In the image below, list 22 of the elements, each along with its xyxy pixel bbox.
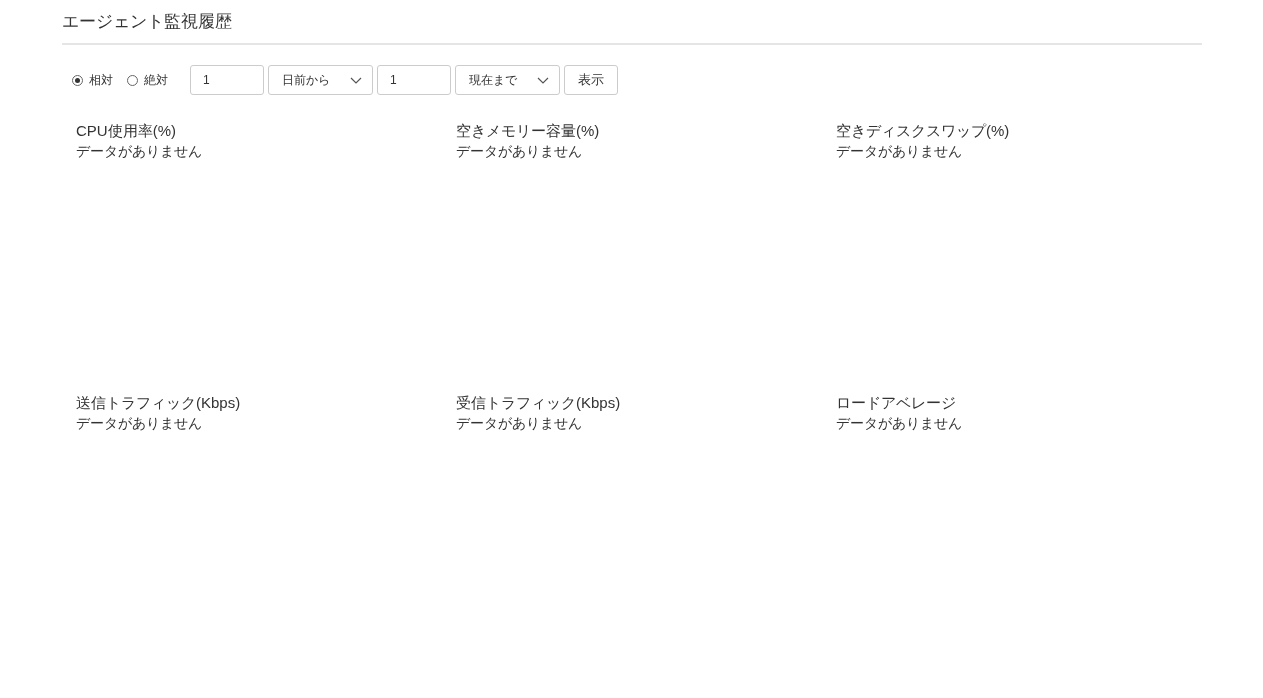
no-data-message: データがありません [456,142,582,161]
chevron-down-icon [537,76,549,84]
radio-label[interactable]: 絶対 [144,71,168,89]
dropdown[interactable]: 日前から [268,65,373,95]
chart-title: ロードアベレージ [836,393,956,413]
no-data-message: データがありません [76,142,202,161]
no-data-message: データがありません [456,414,582,433]
chart-title: 空きディスクスワップ(%) [836,121,1010,141]
show-button[interactable]: 表示 [564,65,618,95]
chevron-down-icon [350,76,362,84]
no-data-message: データがありません [836,142,962,161]
number-field[interactable]: 1 [377,65,451,95]
chart-title: 受信トラフィック(Kbps) [456,393,621,413]
dropdown[interactable]: 現在まで [455,65,560,95]
chart-title: CPU使用率(%) [76,121,176,141]
chart-title: 送信トラフィック(Kbps) [76,393,241,413]
radio-label[interactable]: 相対 [89,71,113,89]
number-field[interactable]: 1 [190,65,264,95]
chart-title: 空きメモリー容量(%) [456,121,600,141]
no-data-message: データがありません [76,414,202,433]
no-data-message: データがありません [836,414,962,433]
page-title: エージェント監視履歴 [62,11,232,33]
